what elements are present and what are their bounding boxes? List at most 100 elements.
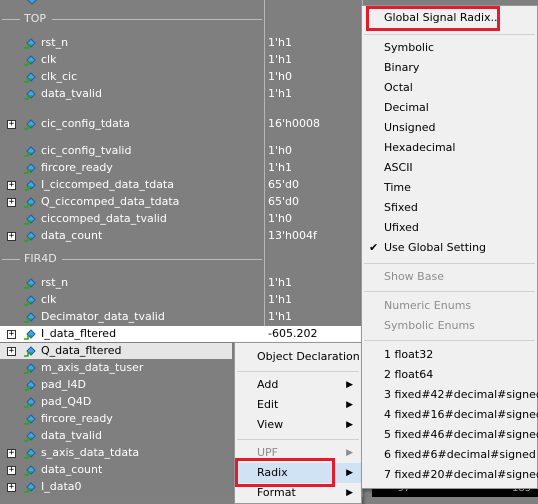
menu-item-label: Symbolic Enums (384, 319, 475, 332)
signal-name: data_tvalid (41, 429, 102, 442)
signal-icon (24, 38, 36, 49)
menu-separator (364, 263, 535, 264)
radix-submenu: Global Signal Radix... Symbolic Binary Octa… (361, 5, 538, 489)
menu-item-label: Show Base (384, 270, 444, 283)
menu-item-symbolic-enums[interactable]: Symbolic Enums (362, 316, 537, 336)
menu-item-custom-radix[interactable]: 3 fixed#42#decimal#signed (362, 385, 538, 405)
signal-value: 65'd0 (268, 178, 300, 191)
menu-item-label: Ufixed (384, 221, 419, 234)
group-line (52, 19, 262, 20)
menu-item-radix-sfixed[interactable]: Sfixed (362, 198, 537, 218)
menu-item-label: Unsigned (384, 121, 436, 134)
signal-value: 65'd0 (268, 195, 300, 208)
menu-item-numeric-enums[interactable]: Numeric Enums (362, 296, 537, 316)
signal-icon (24, 346, 36, 357)
signal-value: 1'h1 (268, 53, 292, 66)
menu-item-label: Binary (384, 61, 420, 74)
menu-item-custom-radix[interactable]: 1 float32 (362, 345, 537, 365)
signal-value: -605.202 (268, 327, 318, 340)
expand-icon[interactable]: + (7, 120, 16, 129)
signal-value: 1'h1 (268, 36, 292, 49)
menu-item-custom-radix[interactable]: 4 fixed#16#decimal#signed (362, 405, 538, 425)
menu-item-radix-use-global-setting[interactable]: ✔ Use Global Setting (362, 238, 537, 258)
menu-item-view[interactable]: View ▶ (235, 415, 361, 435)
signal-name: cic_config_tvalid (41, 144, 132, 157)
menu-item-global-signal-radix[interactable]: Global Signal Radix... (362, 8, 537, 28)
menu-item-label: Edit (257, 398, 279, 411)
signal-icon (24, 163, 36, 174)
signal-icon (24, 329, 36, 340)
menu-item-radix-hexadecimal[interactable]: Hexadecimal (362, 138, 537, 158)
signal-icon (27, 0, 37, 5)
menu-item-label: Symbolic (384, 41, 435, 54)
signal-row[interactable]: + Q_data_fltered (0, 343, 232, 359)
expand-icon[interactable]: + (7, 181, 16, 190)
menu-item-label: Radix (257, 466, 288, 479)
signal-name: pad_Q4D (41, 395, 92, 408)
signal-name: Q_ciccomped_data_tdata (41, 195, 180, 208)
menu-item-radix[interactable]: Radix ▶ (235, 463, 361, 483)
signal-icon (24, 55, 36, 66)
menu-item-label: Use Global Setting (384, 241, 487, 254)
signal-name: clk (41, 53, 57, 66)
output-signal-icon (24, 465, 36, 476)
output-signal-icon (24, 414, 36, 425)
expand-icon[interactable]: + (7, 198, 16, 207)
menu-item-label: 3 fixed#42#decimal#signed (384, 388, 538, 401)
menu-item-radix-time[interactable]: Time (362, 178, 537, 198)
signal-name: I_data0 (41, 480, 82, 493)
menu-item-show-base[interactable]: Show Base (362, 267, 537, 287)
menu-item-radix-unsigned[interactable]: Unsigned (362, 118, 537, 138)
menu-item-radix-decimal[interactable]: Decimal (362, 98, 537, 118)
menu-item-format[interactable]: Format ▶ (235, 483, 361, 503)
menu-separator (237, 439, 359, 440)
menu-item-object-declaration[interactable]: Object Declaration (235, 347, 361, 367)
signal-icon (24, 214, 36, 225)
signal-icon (24, 72, 36, 83)
group-line (2, 19, 20, 20)
menu-item-custom-radix[interactable]: 6 fixed#6#decimal#signed (362, 445, 537, 465)
submenu-arrow-icon: ▶ (346, 488, 353, 498)
menu-item-radix-octal[interactable]: Octal (362, 78, 537, 98)
expand-icon[interactable]: + (7, 232, 16, 241)
group-header-fir4d[interactable]: FIR4D (0, 252, 360, 266)
menu-item-radix-ufixed[interactable]: Ufixed (362, 218, 537, 238)
expand-icon[interactable]: + (7, 347, 16, 356)
expand-icon[interactable]: + (7, 330, 16, 339)
menu-item-label: ASCII (384, 161, 413, 174)
menu-item-custom-radix[interactable]: 5 fixed#46#decimal#signed (362, 425, 538, 445)
signal-icon (24, 89, 36, 100)
submenu-arrow-icon: ▶ (346, 380, 353, 390)
submenu-arrow-icon: ▶ (346, 420, 353, 430)
output-signal-icon (24, 380, 36, 391)
signal-name: clk (41, 293, 57, 306)
group-header-top[interactable]: TOP (0, 12, 360, 26)
signal-value: 1'h1 (268, 87, 292, 100)
signal-value: 1'h1 (268, 293, 292, 306)
menu-item-label: 1 float32 (384, 348, 434, 361)
group-label-fir4d: FIR4D (24, 252, 57, 265)
menu-item-label: Time (384, 181, 411, 194)
menu-item-custom-radix[interactable]: 2 float64 (362, 365, 537, 385)
signal-value: 1'h1 (268, 276, 292, 289)
menu-item-label: 4 fixed#16#decimal#signed (384, 408, 538, 421)
expand-icon[interactable]: + (7, 483, 16, 492)
menu-item-custom-radix[interactable]: 7 fixed#20#decimal#signed (362, 465, 538, 485)
group-line (2, 259, 20, 260)
signal-value: 1'h1 (268, 161, 292, 174)
menu-item-upf[interactable]: UPF ▶ (235, 443, 361, 463)
menu-item-add[interactable]: Add ▶ (235, 375, 361, 395)
signal-value: 1'h0 (268, 70, 292, 83)
menu-item-label: View (257, 418, 284, 431)
menu-item-edit[interactable]: Edit ▶ (235, 395, 361, 415)
signal-icon (24, 180, 36, 191)
expand-icon[interactable]: + (7, 449, 16, 458)
expand-icon[interactable]: + (7, 466, 16, 475)
menu-item-label: Global Signal Radix... (384, 11, 502, 24)
menu-item-radix-binary[interactable]: Binary (362, 58, 537, 78)
menu-item-radix-symbolic[interactable]: Symbolic (362, 38, 537, 58)
menu-item-label: Hexadecimal (384, 141, 456, 154)
menu-item-label: Add (257, 378, 279, 391)
menu-item-radix-ascii[interactable]: ASCII (362, 158, 537, 178)
signal-name: fircore_ready (41, 161, 113, 174)
